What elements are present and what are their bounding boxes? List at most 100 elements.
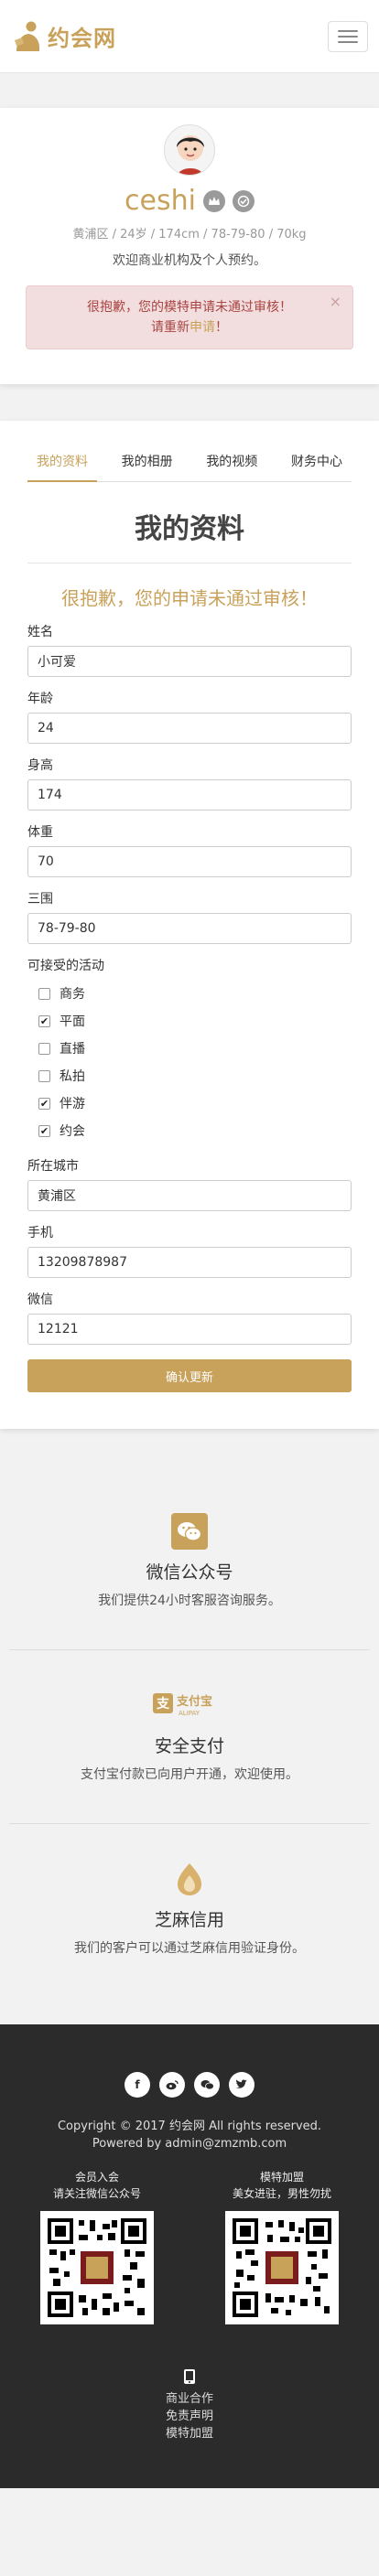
- qr-subtitle: 美女进驻，男性勿扰: [232, 2187, 331, 2200]
- main-card: 我的资料 我的相册 我的视频 财务中心 我的资料 很抱歉，您的申请未通过审核！ …: [0, 421, 379, 1429]
- activity-private-shoot[interactable]: 私拍: [27, 1062, 352, 1089]
- name-field[interactable]: [27, 646, 352, 677]
- avatar[interactable]: [164, 124, 215, 176]
- checkbox[interactable]: [38, 1069, 50, 1082]
- activity-travel-companion[interactable]: ✔ 伴游: [27, 1089, 352, 1117]
- crown-icon: [202, 189, 225, 212]
- measurements-field[interactable]: [27, 913, 352, 944]
- weight-field[interactable]: [27, 846, 352, 877]
- activity-label: 平面: [60, 1014, 85, 1029]
- profile-form: 姓名 年龄 身高 体重 三围 可接受的活动 商务 ✔ 平面 直播: [27, 622, 352, 1392]
- alert-text-end: ！: [215, 320, 228, 335]
- measurements-label: 三围: [27, 892, 53, 907]
- qr-title: 模特加盟: [259, 2171, 304, 2184]
- logo-text: 约会网: [48, 26, 116, 51]
- phone-field[interactable]: [27, 1247, 352, 1278]
- profile-stats: 黄浦区 / 24岁 / 174cm / 78-79-80 / 70kg: [72, 228, 307, 242]
- feature-desc: 我们提供24小时客服咨询服务。: [98, 1594, 281, 1608]
- age-label: 年龄: [27, 692, 53, 706]
- activity-label: 直播: [60, 1042, 85, 1057]
- feature-title: 芝麻信用: [154, 1910, 224, 1930]
- feature-alipay: 支 支付宝 ALIPAY 安全支付 支付宝付款已向用户开通，欢迎使用。: [0, 1650, 379, 1823]
- alert-text: 请重新: [151, 320, 190, 335]
- tab-my-album[interactable]: 我的相册: [113, 445, 182, 481]
- verified-icon: [232, 189, 254, 212]
- form-warning: 很抱歉，您的申请未通过审核！: [61, 587, 318, 609]
- qr-code-image: [225, 2211, 339, 2324]
- site-logo[interactable]: 约会网: [13, 20, 116, 53]
- qr-model-join: 模特加盟 美女进驻，男性勿扰: [225, 2169, 339, 2324]
- tab-my-videos[interactable]: 我的视频: [197, 445, 266, 481]
- copyright-text: Copyright © 2017 约会网 All rights reserved…: [57, 2120, 322, 2133]
- alipay-logo-text: 支付宝: [176, 1694, 212, 1709]
- feature-title: 安全支付: [154, 1736, 224, 1756]
- phone-label: 手机: [27, 1226, 53, 1240]
- profile-card: ceshi 黄浦区 / 24岁 / 174cm / 78-79-80 / 70k…: [0, 108, 379, 384]
- hamburger-icon[interactable]: [328, 20, 368, 52]
- divider: [27, 563, 352, 564]
- city-label: 所在城市: [27, 1159, 79, 1174]
- close-icon[interactable]: ×: [330, 292, 341, 312]
- welcome-text: 欢迎商业机构及个人预约。: [113, 253, 266, 268]
- facebook-icon[interactable]: f: [125, 2072, 150, 2098]
- wechat-label: 微信: [27, 1293, 53, 1307]
- footer-link-disclaimer[interactable]: 免责声明: [0, 2408, 379, 2425]
- feature-sesame-credit: 芝麻信用 我们的客户可以通过芝麻信用验证身份。: [0, 1824, 379, 1997]
- age-field[interactable]: [27, 713, 352, 744]
- checkbox[interactable]: ✔: [38, 1014, 50, 1027]
- activity-livestream[interactable]: 直播: [27, 1035, 352, 1062]
- tab-my-profile[interactable]: 我的资料: [27, 445, 97, 482]
- footer-links: 商业合作 免责声明 模特加盟: [0, 2368, 379, 2442]
- twitter-icon[interactable]: [229, 2072, 254, 2098]
- svg-text:支: 支: [156, 1696, 170, 1712]
- navbar: 约会网: [0, 0, 379, 73]
- feature-desc: 我们的客户可以通过芝麻信用验证身份。: [74, 1941, 305, 1956]
- tab-finance-center[interactable]: 财务中心: [282, 445, 352, 481]
- qr-title: 会员入会: [74, 2171, 119, 2184]
- checkbox[interactable]: ✔: [38, 1097, 50, 1110]
- activity-label: 商务: [60, 987, 85, 1002]
- weibo-icon[interactable]: [159, 2072, 185, 2098]
- wechat-icon[interactable]: [194, 2072, 220, 2098]
- height-label: 身高: [27, 758, 53, 773]
- height-field[interactable]: [27, 779, 352, 810]
- checkbox[interactable]: ✔: [38, 1124, 50, 1137]
- powered-by-text: Powered by admin@zmzmb.com: [92, 2137, 287, 2151]
- qr-member: 会员入会 请关注微信公众号: [40, 2169, 154, 2324]
- activities-list: 商务 ✔ 平面 直播 私拍 ✔ 伴游 ✔ 约会: [27, 980, 352, 1144]
- social-links: f: [0, 2072, 379, 2098]
- footer: f Copyright © 2017 约会网 All rights reserv…: [0, 2024, 379, 2488]
- activity-business[interactable]: 商务: [27, 980, 352, 1007]
- activity-label: 伴游: [60, 1097, 85, 1111]
- activity-label: 约会: [60, 1124, 85, 1139]
- checkbox[interactable]: [38, 987, 50, 1000]
- profile-name: ceshi: [125, 185, 196, 217]
- wechat-field[interactable]: [27, 1314, 352, 1345]
- name-label: 姓名: [27, 625, 53, 639]
- alipay-icon: 支 支付宝 ALIPAY: [153, 1687, 226, 1723]
- confirm-update-button[interactable]: 确认更新: [27, 1359, 352, 1392]
- qr-codes: 会员入会 请关注微信公众号 模特加盟 美女进驻，男性勿扰: [0, 2169, 379, 2324]
- qr-subtitle: 请关注微信公众号: [52, 2187, 141, 2200]
- profile-tabs: 我的资料 我的相册 我的视频 财务中心: [27, 445, 352, 482]
- wechat-icon: [171, 1513, 208, 1550]
- activity-dating[interactable]: ✔ 约会: [27, 1117, 352, 1144]
- activities-label: 可接受的活动: [27, 959, 104, 973]
- feature-desc: 支付宝付款已向用户开通，欢迎使用。: [81, 1767, 298, 1782]
- alert-line-1: 很抱歉，您的模特申请未通过审核！: [87, 300, 292, 315]
- footer-link-business[interactable]: 商业合作: [0, 2390, 379, 2408]
- alipay-logo-subtext: ALIPAY: [179, 1710, 200, 1717]
- city-field[interactable]: [27, 1180, 352, 1211]
- feature-title: 微信公众号: [146, 1562, 233, 1583]
- checkbox[interactable]: [38, 1042, 50, 1055]
- features-section: 微信公众号 我们提供24小时客服咨询服务。 支 支付宝 ALIPAY 安全支付 …: [0, 1476, 379, 1997]
- reapply-link[interactable]: 申请: [190, 320, 215, 335]
- page-title: 我的资料: [135, 513, 244, 545]
- activity-label: 私拍: [60, 1069, 85, 1084]
- footer-link-model-join[interactable]: 模特加盟: [0, 2425, 379, 2442]
- sesame-credit-icon: [171, 1861, 208, 1897]
- activity-print[interactable]: ✔ 平面: [27, 1007, 352, 1035]
- qr-code-image: [40, 2211, 154, 2324]
- mobile-icon: [181, 2368, 198, 2385]
- weight-label: 体重: [27, 825, 53, 840]
